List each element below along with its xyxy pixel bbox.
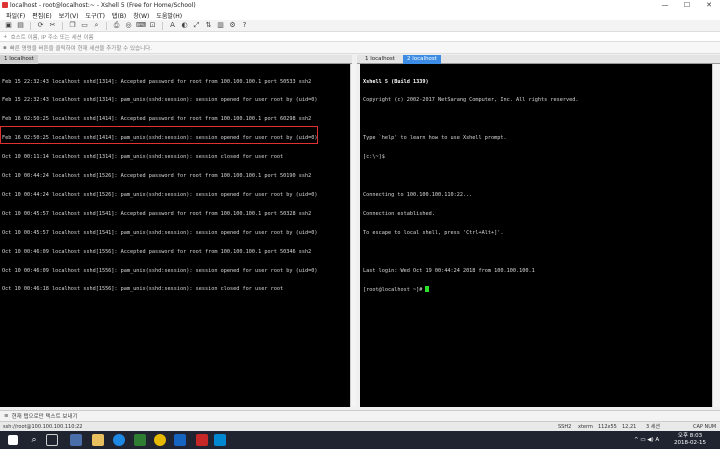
open-folder-icon[interactable]: ▤ <box>16 21 25 30</box>
address-bar[interactable]: + 호스트 이름, IP 주소 또는 세션 이름 <box>0 32 720 42</box>
right-terminal[interactable]: Xshell 5 (Build 1339) Copyright (c) 2002… <box>360 64 712 407</box>
chrome-icon[interactable] <box>154 434 166 446</box>
terminal-cursor <box>425 286 430 293</box>
terminal-line: Feb 16 02:50:25 localhost sshd[1414]: Ac… <box>2 116 312 123</box>
address-input[interactable]: 호스트 이름, IP 주소 또는 세션 이름 <box>11 33 94 41</box>
plus-icon[interactable]: + <box>3 34 8 40</box>
green-app-icon[interactable] <box>134 434 146 446</box>
task-view-icon[interactable] <box>46 434 58 446</box>
right-tab-strip: 1 localhost 2 localhost <box>357 55 720 64</box>
windows-start-icon[interactable] <box>8 435 18 445</box>
toolbar-divider <box>62 21 63 30</box>
clock[interactable]: 오후 8:03 2018-02-15 <box>674 433 706 447</box>
terminal-line: Feb 15 22:32:43 localhost sshd[1314]: pa… <box>2 97 318 104</box>
help-icon[interactable]: ? <box>240 21 249 30</box>
terminal-line: ​ <box>363 173 709 179</box>
globe-icon[interactable]: ◎ <box>124 21 133 30</box>
left-tab-strip: 1 localhost <box>0 55 352 64</box>
terminal-line: Connection established. <box>363 210 435 217</box>
taskbar-app-icon[interactable] <box>70 434 82 446</box>
search-icon[interactable]: ⌕ <box>92 21 101 30</box>
terminal-prompt: [root@localhost ~]# <box>363 287 426 294</box>
terminal-line: Oct 10 00:46:09 localhost sshd[1556]: Ac… <box>2 248 312 255</box>
minimize-button[interactable]: — <box>654 0 676 10</box>
print-icon[interactable]: ⎙ <box>112 21 121 30</box>
word-icon[interactable] <box>174 434 186 446</box>
terminal-line: Feb 15 22:32:43 localhost sshd[1314]: Ac… <box>2 78 312 85</box>
settings-icon[interactable]: ⚙ <box>228 21 237 30</box>
clock-date: 2018-02-15 <box>674 440 706 446</box>
transfer-icon[interactable]: ⇅ <box>204 21 213 30</box>
paste-icon[interactable]: ▭ <box>80 21 89 30</box>
layout-icon[interactable]: ▥ <box>216 21 225 30</box>
tray-icons[interactable]: ^ ▭ ◀) A <box>634 431 659 449</box>
keyboard-icon[interactable]: ⌨ <box>136 21 146 30</box>
clock-time: 오후 8:03 <box>677 433 703 439</box>
title-bar: localhost - root@localhost:~ - Xshell 5 … <box>0 0 720 10</box>
compose-label: 현재 탭으로만 텍스트 보내기 <box>11 414 78 420</box>
menu-help[interactable]: 도움말(H) <box>156 11 182 20</box>
menu-file[interactable]: 파일(F) <box>6 11 25 20</box>
quick-command-bar: ▪ 빠른 명령을 버튼을 클릭하여 현재 세션을 추가할 수 있습니다. <box>0 42 720 54</box>
right-scrollbar[interactable] <box>712 64 720 407</box>
fullscreen-icon[interactable]: ⤢ <box>192 21 201 30</box>
left-terminal[interactable]: Feb 15 22:32:43 localhost sshd[1314]: Ac… <box>0 64 350 407</box>
terminal-line: Oct 10 00:46:09 localhost sshd[1556]: pa… <box>2 267 318 274</box>
terminal-line: [c:\~]$ <box>363 154 385 161</box>
xshell-app-icon <box>2 2 8 8</box>
terminal-line: Oct 10 00:44:24 localhost sshd[1526]: pa… <box>2 191 318 198</box>
taskbar: ⌕ ^ ▭ ◀) A 오후 8:03 2018-02-15 <box>0 431 720 449</box>
tab-right-1-localhost[interactable]: 1 localhost <box>361 55 399 64</box>
terminal-prompt-line: [root@localhost ~]# <box>363 286 709 293</box>
terminal-line: Xshell 5 (Build 1339) <box>363 78 429 85</box>
menu-view[interactable]: 보기(V) <box>59 11 79 20</box>
color-icon[interactable]: ◐ <box>180 21 189 30</box>
menu-tab[interactable]: 탭(B) <box>112 11 126 20</box>
toolbar: ▣ ▤ ⟳ ✂ ❐ ▭ ⌕ ⎙ ◎ ⌨ ⊡ A ◐ ⤢ ⇅ ▥ ⚙ ? <box>0 20 720 32</box>
search-icon[interactable]: ⌕ <box>28 434 40 446</box>
status-bar: ssh://root@100.100.100.110:22 SSH2 xterm… <box>0 421 720 431</box>
new-session-icon[interactable]: ▣ <box>4 21 13 30</box>
terminal-line: To escape to local shell, press 'Ctrl+Al… <box>363 229 504 236</box>
close-button[interactable]: ✕ <box>698 0 720 10</box>
terminal-line: Oct 10 00:11:14 localhost sshd[1314]: pa… <box>2 154 284 161</box>
terminal-line: ​ <box>363 116 709 122</box>
terminal-line: Type `help' to learn how to use Xshell p… <box>363 135 507 142</box>
tab-right-2-localhost[interactable]: 2 localhost <box>403 55 441 64</box>
left-scrollbar[interactable] <box>350 64 356 407</box>
lock-icon[interactable]: ⊡ <box>148 21 157 30</box>
compose-bar[interactable]: ≡ 현재 탭으로만 텍스트 보내기 <box>0 410 720 421</box>
toolbar-divider <box>106 21 107 30</box>
terminal-line: Oct 10 00:46:18 localhost sshd[1556]: pa… <box>2 286 284 293</box>
font-icon[interactable]: A <box>168 21 177 30</box>
terminal-line: ​ <box>363 249 709 255</box>
xshell-taskbar-icon[interactable] <box>196 434 208 446</box>
menu-window[interactable]: 창(W) <box>133 11 149 20</box>
toolbar-divider <box>30 21 31 30</box>
highlight-box <box>0 126 318 144</box>
toolbar-divider <box>162 21 163 30</box>
terminal-line: Last login: Wed Oct 19 00:44:24 2018 fro… <box>363 267 535 274</box>
media-app-icon[interactable] <box>214 434 226 446</box>
quick-command-hint: 빠른 명령을 버튼을 클릭하여 현재 세션을 추가할 수 있습니다. <box>9 45 152 52</box>
terminal-line: Copyright (c) 2002-2017 NetSarang Comput… <box>363 97 579 104</box>
disconnect-icon[interactable]: ✂ <box>48 21 57 30</box>
internet-explorer-icon[interactable] <box>113 434 125 446</box>
reconnect-icon[interactable]: ⟳ <box>36 21 45 30</box>
menu-bar: 파일(F) 편집(E) 보기(V) 도구(T) 탭(B) 창(W) 도움말(H) <box>0 10 720 20</box>
tab-left-localhost[interactable]: 1 localhost <box>0 55 38 64</box>
menu-edit[interactable]: 편집(E) <box>32 11 52 20</box>
terminal-line: Oct 10 00:44:24 localhost sshd[1526]: Ac… <box>2 173 312 180</box>
compose-icon[interactable]: ≡ <box>4 413 9 419</box>
terminal-line: Oct 10 00:45:57 localhost sshd[1541]: Ac… <box>2 210 312 217</box>
info-icon: ▪ <box>3 44 7 51</box>
copy-icon[interactable]: ❐ <box>68 21 77 30</box>
file-explorer-icon[interactable] <box>92 434 104 446</box>
maximize-button[interactable]: ☐ <box>676 0 698 10</box>
terminal-line: Oct 10 00:45:57 localhost sshd[1541]: pa… <box>2 229 318 236</box>
terminal-line: Connecting to 100.100.100.110:22... <box>363 191 473 198</box>
window-title: localhost - root@localhost:~ - Xshell 5 … <box>10 1 196 9</box>
menu-tools[interactable]: 도구(T) <box>86 11 105 20</box>
